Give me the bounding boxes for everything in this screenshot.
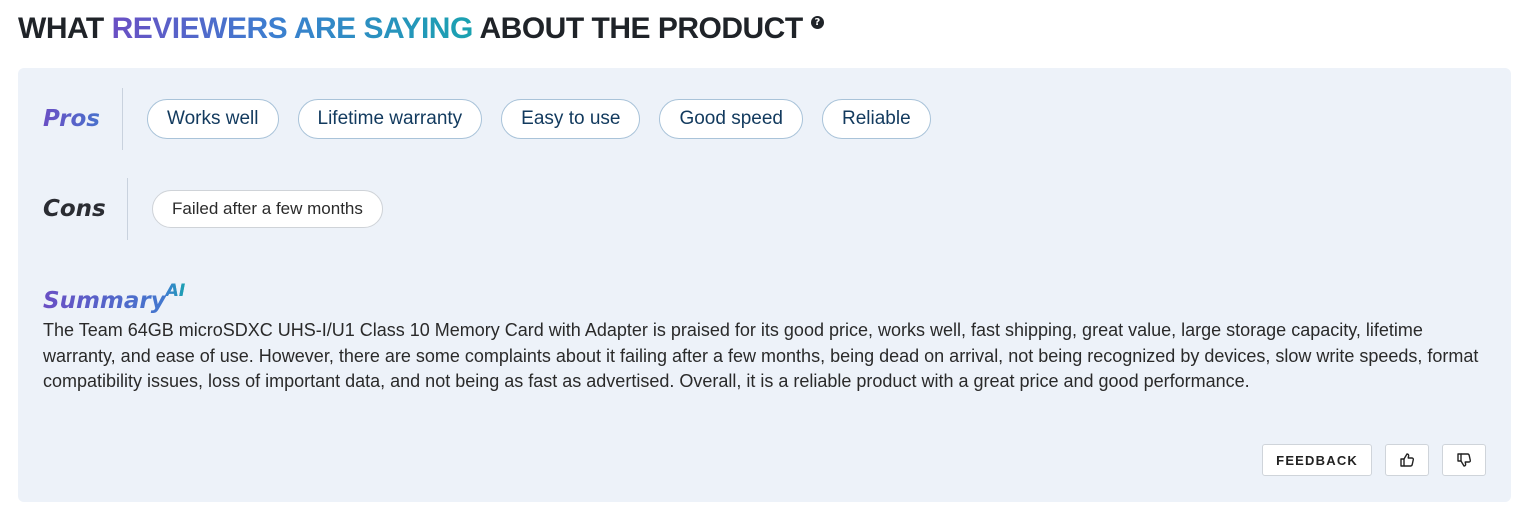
cons-chip-list: Failed after a few months xyxy=(152,190,383,228)
pros-divider xyxy=(122,88,123,150)
section-heading: WHAT REVIEWERS ARE SAYING ABOUT THE PROD… xyxy=(18,10,824,48)
feedback-actions: FEEDBACK xyxy=(1262,444,1486,476)
cons-label: Cons xyxy=(43,196,106,222)
reviews-summary-panel: Pros Works well Lifetime warranty Easy t… xyxy=(18,68,1511,502)
pros-row: Pros Works well Lifetime warranty Easy t… xyxy=(43,88,931,150)
feedback-button[interactable]: FEEDBACK xyxy=(1262,444,1372,476)
thumbs-up-icon xyxy=(1400,453,1415,467)
heading-highlight: REVIEWERS ARE SAYING xyxy=(111,12,474,45)
heading-part2: ABOUT THE PRODUCT xyxy=(472,12,804,45)
summary-text: The Team 64GB microSDXC UHS-I/U1 Class 1… xyxy=(43,320,1479,391)
cons-row: Cons Failed after a few months xyxy=(43,178,383,240)
summary-title-text: Summary xyxy=(43,288,166,314)
question-circle-icon[interactable]: ? xyxy=(810,16,824,29)
pros-chip[interactable]: Reliable xyxy=(821,99,931,139)
thumbs-down-button[interactable] xyxy=(1442,444,1486,476)
pros-chip[interactable]: Easy to use xyxy=(501,99,641,139)
pros-chip-list: Works well Lifetime warranty Easy to use… xyxy=(147,99,931,139)
pros-chip[interactable]: Good speed xyxy=(659,99,803,139)
ai-badge: AI xyxy=(165,281,186,301)
cons-chip[interactable]: Failed after a few months xyxy=(152,190,383,228)
heading-part1: WHAT xyxy=(18,12,112,45)
pros-chip[interactable]: Works well xyxy=(147,99,279,139)
thumbs-down-icon xyxy=(1457,453,1472,467)
thumbs-up-button[interactable] xyxy=(1385,444,1429,476)
pros-label: Pros xyxy=(43,106,122,132)
cons-divider xyxy=(127,178,128,240)
summary-title: SummaryAI xyxy=(43,276,185,316)
pros-chip[interactable]: Lifetime warranty xyxy=(297,99,483,139)
